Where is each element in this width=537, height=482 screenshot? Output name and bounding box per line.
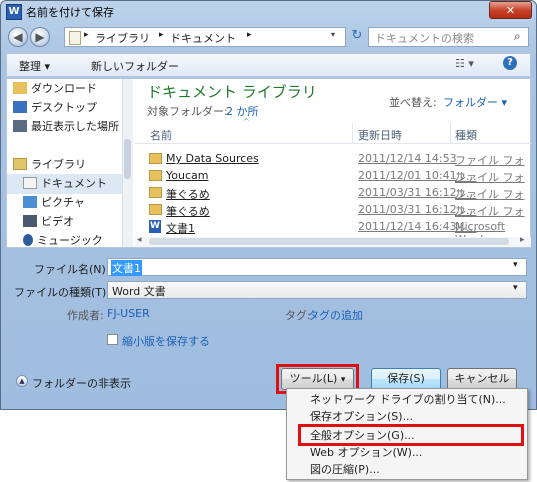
scrollbar-thumb[interactable]	[124, 139, 131, 179]
nav-item-recent[interactable]: 最近表示した場所	[7, 117, 122, 137]
view-options-icon[interactable]: ☷ ▾	[455, 57, 474, 70]
filename-label: ファイル名(N):	[34, 263, 110, 276]
title-bar: W 名前を付けて保存 ✕	[0, 0, 537, 22]
back-arrow-icon: ◀	[13, 30, 23, 44]
author-label: 作成者:	[67, 309, 104, 322]
filetype-value: Word 文書	[112, 285, 166, 298]
nav-item-libraries[interactable]: ライブラリ	[7, 155, 122, 175]
folder-icon	[149, 170, 162, 181]
filetype-label: ファイルの種類(T):	[14, 286, 111, 299]
hide-folders-link[interactable]: フォルダーの非表示	[32, 375, 131, 391]
breadcrumb-separator-icon: ▸	[247, 30, 252, 40]
breadcrumb-documents[interactable]: ドキュメント	[170, 30, 236, 46]
search-input[interactable]: ドキュメントの検索 ⌕	[368, 27, 529, 47]
folder-icon	[149, 204, 162, 215]
column-header-name[interactable]: 名前	[150, 127, 172, 143]
column-divider	[352, 123, 353, 143]
library-title: ドキュメント ライブラリ	[147, 83, 317, 101]
forward-arrow-icon: ▶	[35, 30, 45, 44]
column-divider	[450, 123, 451, 143]
window-title: 名前を付けて保存	[26, 6, 114, 19]
nav-item-desktop[interactable]: デスクトップ	[7, 98, 122, 118]
word-document-icon: W	[149, 220, 161, 233]
horizontal-scrollbar[interactable]: ◂ ▸	[135, 235, 531, 247]
video-icon	[23, 215, 37, 227]
breadcrumb-separator-icon: ▸	[84, 30, 89, 40]
file-row[interactable]: 筆ぐるめ 2011/03/31 16:12 ファイル フォル...	[147, 185, 531, 217]
file-row[interactable]: W 文書1 2011/12/14 16:43 Microsoft Word ..…	[147, 219, 531, 246]
breadcrumb-separator-icon: ▸	[159, 30, 164, 40]
column-header-type[interactable]: 種類	[455, 127, 477, 143]
sort-dropdown[interactable]: フォルダー ▾	[443, 94, 507, 110]
nav-item-downloads[interactable]: ダウンロード	[7, 79, 122, 99]
pictures-icon	[23, 196, 37, 208]
documents-icon	[23, 177, 37, 189]
collapse-icon[interactable]: ▲	[16, 375, 28, 387]
close-button[interactable]: ✕	[489, 1, 532, 19]
tags-value[interactable]: タグの追加	[308, 307, 363, 323]
thumbnail-label[interactable]: 縮小版を保存する	[122, 333, 210, 349]
search-icon[interactable]: ⌕	[514, 29, 521, 44]
nav-item-documents[interactable]: ドキュメント	[7, 174, 122, 194]
tools-button[interactable]: ツール(L) ▾	[281, 368, 354, 390]
target-folder-label: 対象フォルダー:	[147, 105, 228, 118]
folder-icon	[149, 187, 162, 198]
sort-ascending-icon: ^	[243, 117, 250, 126]
menu-item-web-options[interactable]: Web オプション(W)...	[288, 444, 526, 461]
filetype-select[interactable]: Word 文書 ▾	[107, 281, 527, 299]
thumbnail-checkbox[interactable]	[107, 334, 118, 345]
save-button[interactable]: 保存(S)	[371, 368, 441, 390]
filename-value: 文書1	[111, 260, 142, 276]
back-button[interactable]: ◀	[8, 27, 28, 47]
file-row[interactable]: Youcam 2011/12/01 10:41 ファイル フォル...	[147, 168, 531, 200]
file-row[interactable]: 筆ぐるめ 2011/03/31 16:12 ファイル フォル...	[147, 202, 531, 234]
organize-button[interactable]: 整理 ▾	[19, 58, 50, 74]
cancel-button[interactable]: キャンセル	[447, 368, 517, 390]
nav-item-videos[interactable]: ビデオ	[7, 212, 122, 232]
search-placeholder: ドキュメントの検索	[375, 32, 474, 45]
library-icon	[13, 158, 27, 170]
column-header-date[interactable]: 更新日時	[358, 127, 402, 143]
library-icon	[69, 31, 81, 45]
author-value[interactable]: FJ-USER	[107, 307, 150, 320]
folder-icon	[149, 153, 162, 164]
nav-scrollbar[interactable]	[122, 79, 133, 247]
forward-button[interactable]: ▶	[30, 27, 50, 47]
desktop-icon	[13, 101, 27, 113]
dropdown-arrow-icon: ▾	[340, 375, 346, 385]
file-row[interactable]: My Data Sources 2011/12/14 14:53 ファイル フォ…	[147, 151, 531, 183]
address-dropdown-icon[interactable]: ▾	[331, 30, 335, 39]
address-bar[interactable]: ▸ ライブラリ ▸ ドキュメント ▸ ▾	[64, 27, 346, 47]
nav-item-pictures[interactable]: ピクチャ	[7, 193, 122, 213]
scrollbar-thumb[interactable]	[149, 238, 509, 245]
command-toolbar: 整理 ▾ 新しいフォルダー ☷ ▾ ?	[6, 53, 531, 77]
tools-menu: ネットワーク ドライブの割り当て(N)... 保存オプション(S)... 全般オ…	[286, 388, 528, 480]
nav-item-music[interactable]: ミュージック	[7, 231, 122, 251]
menu-item-compress-pictures[interactable]: 図の圧縮(P)...	[288, 461, 526, 478]
menu-item-save-options[interactable]: 保存オプション(S)...	[288, 408, 526, 425]
browser-panel: ダウンロード デスクトップ 最近表示した場所 ライブラリ ドキュメント ピクチャ…	[6, 78, 531, 248]
recent-places-icon	[13, 120, 27, 132]
filename-input[interactable]: 文書1 ▾	[107, 258, 527, 276]
tags-label: タグ:	[285, 309, 311, 322]
menu-item-general-options[interactable]: 全般オプション(G)...	[288, 427, 526, 444]
scroll-left-icon[interactable]: ◂	[137, 235, 142, 245]
new-folder-button[interactable]: 新しいフォルダー	[91, 58, 179, 74]
word-app-icon: W	[6, 4, 22, 20]
help-icon[interactable]: ?	[503, 56, 517, 70]
menu-item-map-network-drive[interactable]: ネットワーク ドライブの割り当て(N)...	[288, 391, 526, 408]
scroll-right-icon[interactable]: ▸	[520, 235, 525, 245]
breadcrumb-libraries[interactable]: ライブラリ	[95, 30, 150, 46]
music-icon	[23, 234, 33, 246]
navigation-pane: ダウンロード デスクトップ 最近表示した場所 ライブラリ ドキュメント ピクチャ…	[7, 79, 126, 247]
sort-label: 並べ替え:	[389, 96, 437, 109]
dropdown-arrow-icon[interactable]: ▾	[513, 260, 518, 270]
dropdown-arrow-icon[interactable]: ▾	[513, 283, 518, 293]
refresh-icon[interactable]: ↻	[349, 28, 365, 46]
download-folder-icon	[13, 82, 27, 94]
